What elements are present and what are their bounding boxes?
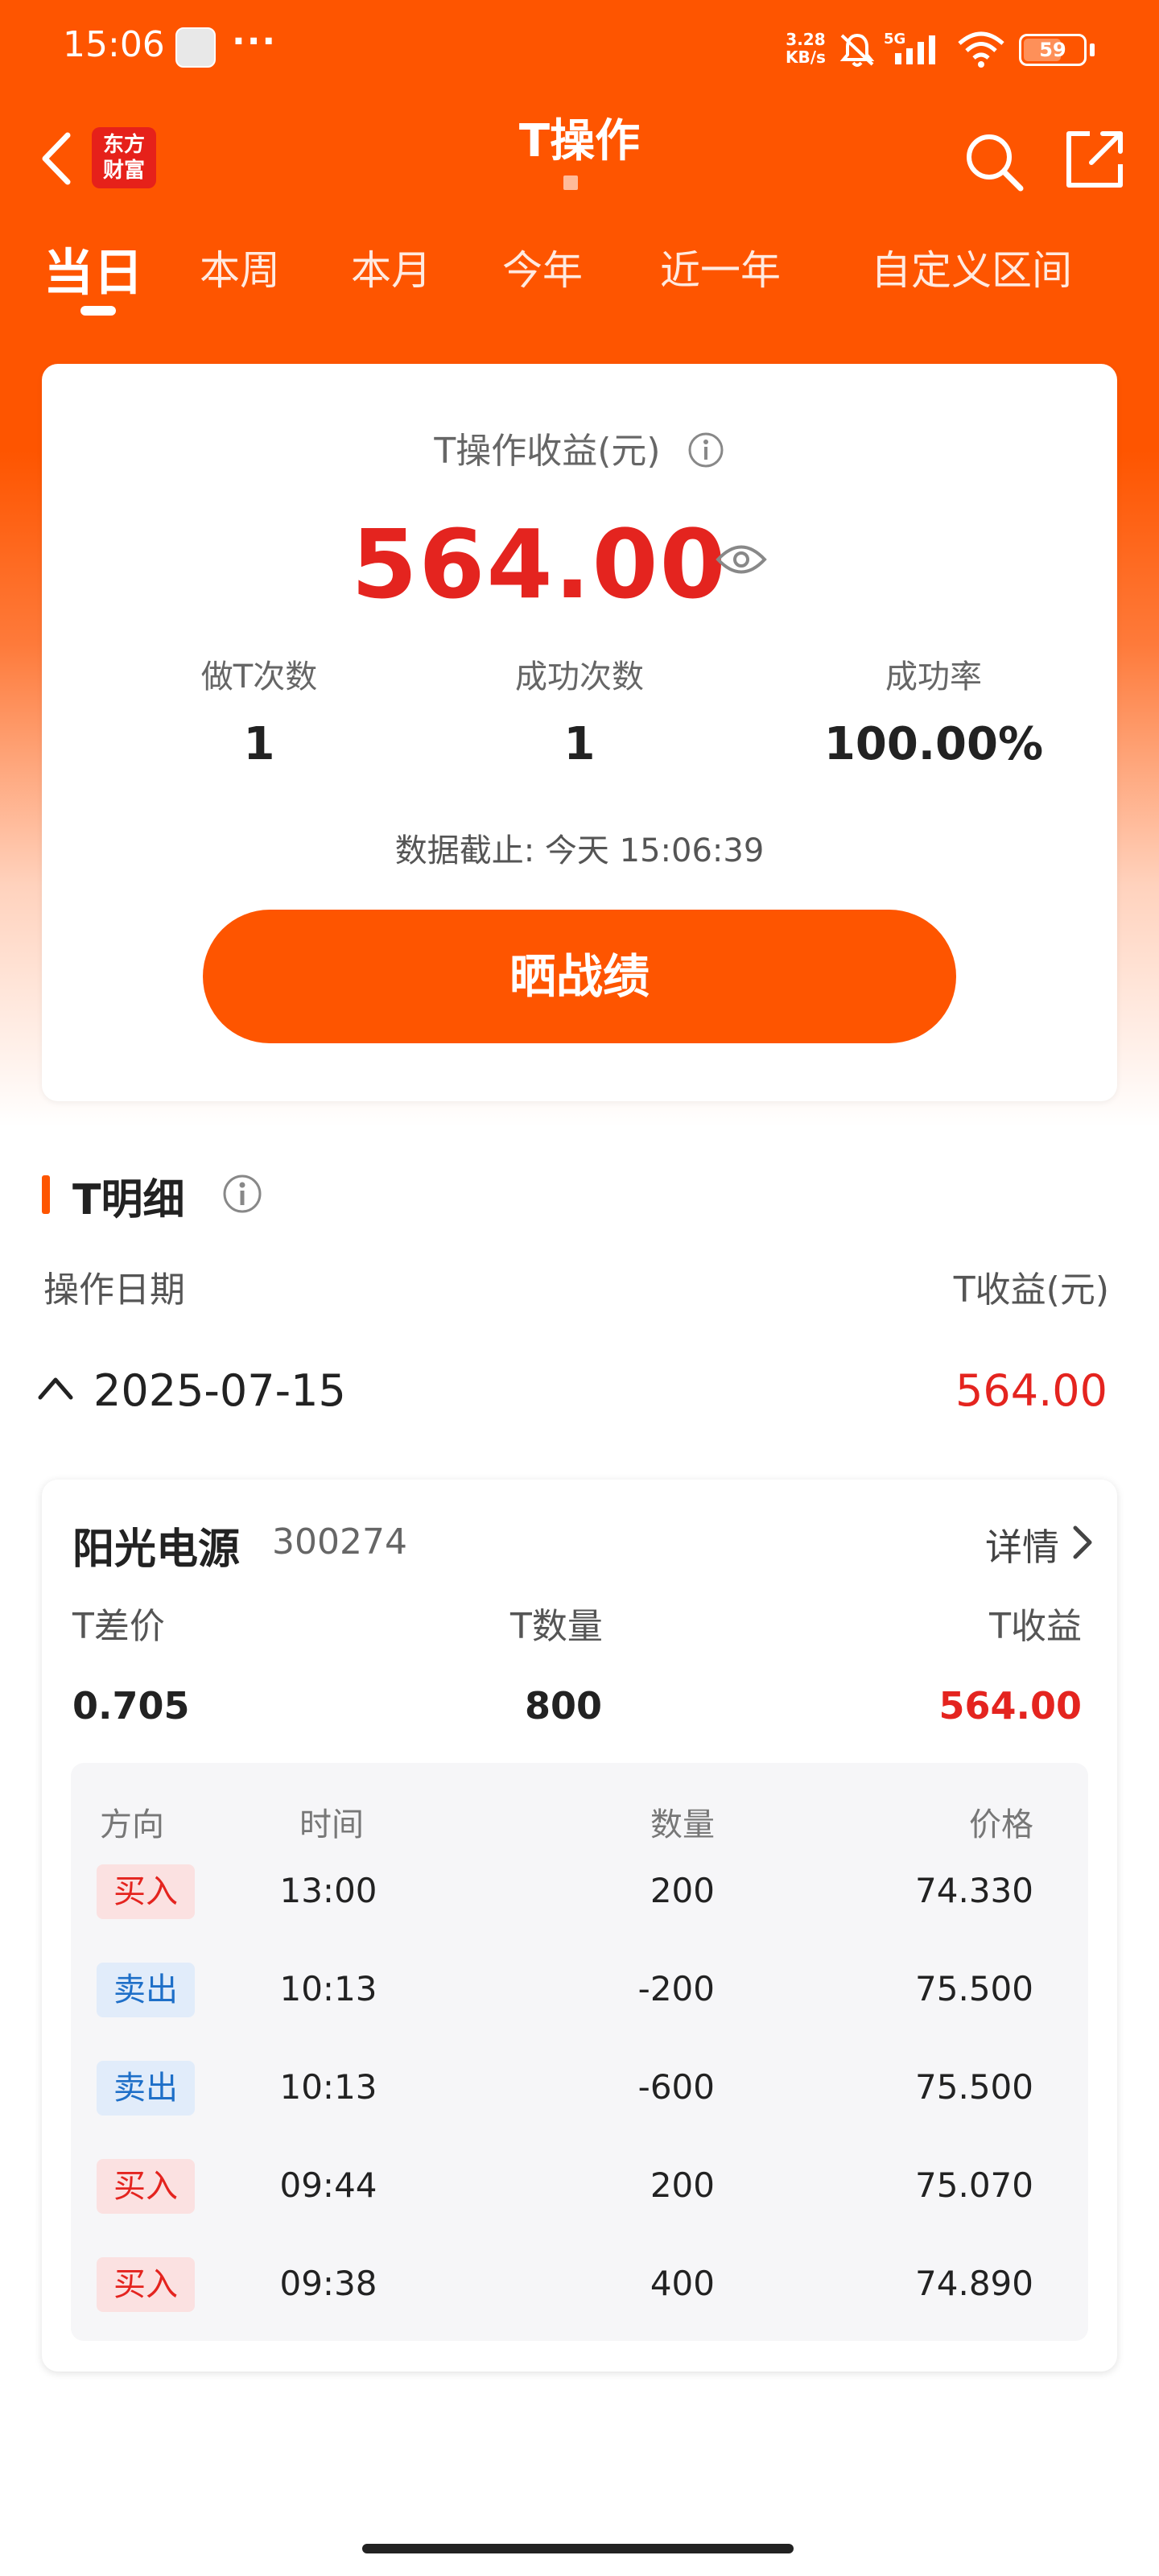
date-group-profit: 564.00	[955, 1365, 1107, 1416]
trade-price: 74.330	[915, 1871, 1033, 1910]
tab-custom-range[interactable]: 自定义区间	[871, 238, 1072, 296]
mute-bell-icon	[839, 33, 875, 67]
trade-quantity: 400	[650, 2264, 715, 2303]
direction-badge: 买入	[97, 2159, 195, 2214]
metric-label-quantity: T数量	[510, 1606, 603, 1647]
metric-value-spread: 0.705	[72, 1684, 190, 1728]
stock-code: 300274	[272, 1521, 407, 1563]
direction-badge: 买入	[97, 2257, 195, 2312]
share-icon[interactable]	[1064, 129, 1125, 190]
metric-label-spread: T差价	[72, 1606, 165, 1647]
profit-label-row: T操作收益(元)	[42, 422, 1117, 473]
stock-card: 阳光电源 300274 详情 T差价 T数量 T收益 0.705 800 564…	[42, 1480, 1117, 2372]
title-indicator-dot	[563, 175, 578, 190]
tab-last-year[interactable]: 近一年	[660, 238, 781, 296]
trades-table: 方向 时间 数量 价格 买入 13:00 200 74.330 卖出 10:13…	[71, 1763, 1088, 2341]
trade-row: 买入 13:00 200 74.330	[71, 1864, 1088, 1921]
stat-success-rate: 成功率 100.00%	[823, 658, 1044, 770]
trade-row: 卖出 10:13 -600 75.500	[71, 2061, 1088, 2117]
notification-avatar-icon	[175, 27, 216, 68]
details-link[interactable]: 详情	[985, 1518, 1059, 1571]
metric-label-profit: T收益	[989, 1606, 1082, 1647]
metric-value-quantity: 800	[525, 1684, 603, 1728]
direction-badge: 卖出	[97, 1963, 195, 2017]
trade-time: 09:44	[279, 2165, 377, 2205]
trade-quantity: -600	[637, 2067, 715, 2107]
svg-text:5G: 5G	[884, 31, 905, 47]
trades-header-quantity: 数量	[650, 1806, 715, 1843]
share-results-button[interactable]: 晒战绩	[203, 910, 956, 1043]
status-bar: 15:06 ··· 3.28 KB/s 5G 59	[0, 0, 1159, 100]
more-notifications-icon: ···	[232, 21, 278, 62]
info-icon[interactable]	[687, 431, 725, 469]
tab-this-month[interactable]: 本月	[351, 238, 431, 296]
trade-time: 10:13	[279, 1969, 377, 2008]
trade-quantity: -200	[637, 1969, 715, 2008]
tab-this-week[interactable]: 本周	[200, 238, 280, 296]
active-tab-indicator	[80, 306, 116, 316]
trade-quantity: 200	[650, 2165, 715, 2205]
tab-this-year[interactable]: 今年	[502, 238, 583, 296]
status-time: 15:06	[63, 24, 165, 65]
chevron-up-icon[interactable]	[37, 1373, 74, 1402]
summary-card: T操作收益(元) 564.00 做T次数 1 成功次数 1 成功率 100.00…	[42, 364, 1117, 1101]
period-tabs: 当日 本周 本月 今年 近一年 自定义区间	[0, 238, 1159, 316]
column-header-date: 操作日期	[43, 1269, 185, 1311]
search-icon[interactable]	[963, 130, 1025, 193]
trades-header-price: 价格	[969, 1806, 1033, 1843]
column-header-profit: T收益(元)	[953, 1269, 1109, 1311]
wifi-icon	[958, 31, 1004, 68]
section-accent-bar	[42, 1175, 50, 1214]
cellular-signal-icon: 5G	[884, 31, 935, 64]
trades-header-time: 时间	[299, 1806, 364, 1843]
info-icon[interactable]	[221, 1172, 264, 1216]
trades-header-direction: 方向	[100, 1806, 164, 1843]
trade-quantity: 200	[650, 1871, 715, 1910]
eye-visibility-icon[interactable]	[715, 539, 768, 580]
trade-time: 10:13	[279, 2067, 377, 2107]
battery-icon: 59	[1019, 34, 1087, 66]
trade-time: 09:38	[279, 2264, 377, 2303]
stat-t-count: 做T次数 1	[200, 658, 318, 770]
data-timestamp: 数据截止: 今天 15:06:39	[394, 832, 765, 869]
date-group-header[interactable]: 2025-07-15	[93, 1365, 346, 1416]
trade-price: 74.890	[915, 2264, 1033, 2303]
section-title: T明细	[72, 1176, 185, 1224]
profit-value: 564.00	[351, 509, 728, 620]
trade-price: 75.500	[915, 2067, 1033, 2107]
tab-today[interactable]: 当日	[43, 232, 143, 304]
profit-label: T操作收益(元)	[434, 431, 661, 472]
direction-badge: 买入	[97, 1864, 195, 1919]
trade-row: 买入 09:38 400 74.890	[71, 2257, 1088, 2314]
trade-row: 买入 09:44 200 75.070	[71, 2159, 1088, 2215]
network-speed: 3.28 KB/s	[786, 30, 826, 67]
trade-price: 75.070	[915, 2165, 1033, 2205]
chevron-right-icon[interactable]	[1070, 1525, 1095, 1560]
home-indicator[interactable]	[362, 2544, 794, 2553]
trade-time: 13:00	[279, 1871, 377, 1910]
stat-success-count: 成功次数 1	[515, 658, 644, 770]
metric-value-profit: 564.00	[938, 1684, 1082, 1728]
trade-row: 卖出 10:13 -200 75.500	[71, 1963, 1088, 2019]
stock-name: 阳光电源	[72, 1525, 241, 1574]
direction-badge: 卖出	[97, 2061, 195, 2116]
trade-price: 75.500	[915, 1969, 1033, 2008]
